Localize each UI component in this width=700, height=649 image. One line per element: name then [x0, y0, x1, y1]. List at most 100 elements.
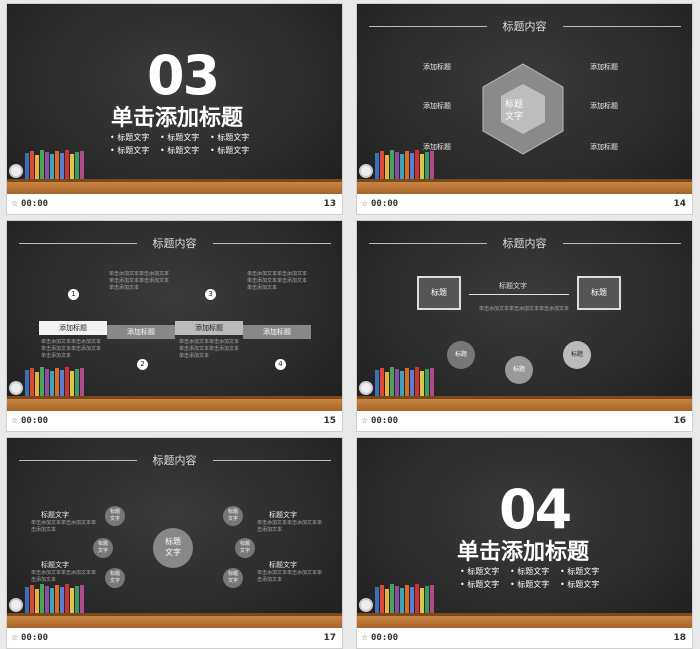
clock-icon — [359, 598, 373, 612]
bullet-list: • 标题文字 • 标题文字 • 标题文字 • 标题文字 • 标题文字 • 标题文… — [460, 566, 610, 590]
bullet-item: • 标题文字 — [160, 146, 200, 155]
paragraph: 单击添加文本单击添加文本单击添加文本 — [257, 520, 323, 533]
circle-2: 标题 — [505, 356, 533, 384]
shelf — [357, 182, 692, 194]
star-icon: ☆ — [361, 416, 369, 425]
slide-footer: ☆ 00:00 14 — [357, 194, 692, 214]
bullet-item: • 标题文字 — [560, 580, 600, 589]
slide-13[interactable]: 03 单击添加标题 • 标题文字 • 标题文字 • 标题文字 • 标题文字 • … — [6, 3, 343, 215]
arrow-label: 标题文字 — [499, 282, 527, 290]
slide-number: 16 — [673, 416, 686, 426]
bullet-item: • 标题文字 — [460, 567, 500, 576]
label-left-1: 添加标题 — [423, 63, 451, 71]
clock-icon — [9, 381, 23, 395]
slide-footer: ☆ 00:00 16 — [357, 411, 692, 431]
clock-icon — [359, 164, 373, 178]
books-decoration — [25, 149, 85, 179]
paragraph: 单击添加文本单击添加文本单击添加文本单击添加文本单击添加文本 — [179, 339, 240, 359]
circle-3: 标题 — [563, 341, 591, 369]
circle-1: 标题 — [447, 341, 475, 369]
bullet-item: • 标题文字 — [210, 133, 250, 142]
header-title: 标题内容 — [502, 237, 547, 250]
header-title: 标题内容 — [152, 454, 197, 467]
paragraph: 单击添加文本单击添加文本单击添加文本 — [31, 520, 97, 533]
slide-15[interactable]: 标题内容 添加标题 添加标题 添加标题 添加标题 1 2 3 4 单击添加文本单… — [6, 220, 343, 432]
bullet-item: • 标题文字 — [460, 580, 500, 589]
slide-14[interactable]: 标题内容 标题 文字 添加标题 添加标题 添加标题 添加标题 添加标题 添加标题… — [356, 3, 693, 215]
step-num-2: 2 — [137, 359, 148, 370]
slide-title: 单击添加标题 — [457, 540, 590, 565]
small-circle-4: 标题 文字 — [223, 506, 243, 526]
step-num-1: 1 — [68, 289, 79, 300]
clock-icon — [359, 381, 373, 395]
title-box-left: 标题 — [417, 276, 461, 310]
slide-18[interactable]: 04 单击添加标题 • 标题文字 • 标题文字 • 标题文字 • 标题文字 • … — [356, 437, 693, 649]
title-box-right: 标题 — [577, 276, 621, 310]
small-circle-1: 标题 文字 — [105, 506, 125, 526]
chalkboard: 标题内容 标题 文字 标题文字 标题文字 标题文字 标题文字 单击添加文本单击添… — [7, 438, 342, 628]
slide-number: 15 — [323, 416, 336, 426]
step-num-4: 4 — [275, 359, 286, 370]
slide-time: 00:00 — [21, 633, 49, 643]
bullet-item: • 标题文字 — [110, 146, 150, 155]
arrow-icon — [469, 294, 569, 295]
shelf — [7, 616, 342, 628]
slide-17[interactable]: 标题内容 标题 文字 标题文字 标题文字 标题文字 标题文字 单击添加文本单击添… — [6, 437, 343, 649]
slide-footer: ☆ 00:00 18 — [357, 628, 692, 648]
books-decoration — [375, 366, 435, 396]
slide-time: 00:00 — [21, 199, 49, 209]
books-decoration — [375, 149, 435, 179]
chalkboard: 04 单击添加标题 • 标题文字 • 标题文字 • 标题文字 • 标题文字 • … — [357, 438, 692, 628]
step-label-4: 添加标题 — [243, 325, 311, 339]
small-circle-5: 标题 文字 — [235, 538, 255, 558]
slide-footer: ☆ 00:00 13 — [7, 194, 342, 214]
side-label-left-1: 标题文字 — [41, 511, 69, 519]
slide-time: 00:00 — [371, 633, 399, 643]
books-decoration — [25, 583, 85, 613]
label-left-2: 添加标题 — [423, 102, 451, 110]
section-number: 04 — [499, 478, 572, 541]
center-label: 标题 文字 — [505, 100, 524, 122]
bullet-item: • 标题文字 — [510, 580, 550, 589]
bullet-item: • 标题文字 — [510, 567, 550, 576]
chalkboard: 03 单击添加标题 • 标题文字 • 标题文字 • 标题文字 • 标题文字 • … — [7, 4, 342, 194]
small-circle-2: 标题 文字 — [93, 538, 113, 558]
bullet-item: • 标题文字 — [160, 133, 200, 142]
slide-footer: ☆ 00:00 17 — [7, 628, 342, 648]
header-title: 标题内容 — [502, 20, 547, 33]
books-decoration — [25, 366, 85, 396]
label-right-2: 添加标题 — [590, 102, 618, 110]
step-label-1: 添加标题 — [39, 321, 107, 335]
bullet-item: • 标题文字 — [560, 567, 600, 576]
clock-icon — [9, 598, 23, 612]
slide-number: 13 — [323, 199, 336, 209]
step-label-3: 添加标题 — [175, 321, 243, 335]
chalkboard: 标题内容 标题 标题 标题文字 单击添加文本单击添加文本单击添加文本 标题 标题… — [357, 221, 692, 411]
star-icon: ☆ — [361, 199, 369, 208]
shelf — [357, 616, 692, 628]
shelf — [7, 182, 342, 194]
center-circle: 标题 文字 — [153, 528, 193, 568]
star-icon: ☆ — [11, 416, 19, 425]
paragraph: 单击添加文本单击添加文本单击添加文本单击添加文本单击添加文本 — [247, 271, 308, 291]
small-circle-6: 标题 文字 — [223, 568, 243, 588]
label-right-3: 添加标题 — [590, 143, 618, 151]
star-icon: ☆ — [11, 199, 19, 208]
slide-16[interactable]: 标题内容 标题 标题 标题文字 单击添加文本单击添加文本单击添加文本 标题 标题… — [356, 220, 693, 432]
step-num-3: 3 — [205, 289, 216, 300]
side-label-left-2: 标题文字 — [41, 561, 69, 569]
bullet-item: • 标题文字 — [210, 146, 250, 155]
shelf — [357, 399, 692, 411]
label-right-1: 添加标题 — [590, 63, 618, 71]
paragraph: 单击添加文本单击添加文本单击添加文本单击添加文本单击添加文本 — [109, 271, 170, 291]
slide-title: 单击添加标题 — [111, 106, 244, 131]
side-label-right-1: 标题文字 — [269, 511, 297, 519]
chalkboard: 标题内容 标题 文字 添加标题 添加标题 添加标题 添加标题 添加标题 添加标题 — [357, 4, 692, 194]
shelf — [7, 399, 342, 411]
side-label-right-2: 标题文字 — [269, 561, 297, 569]
slide-number: 17 — [323, 633, 336, 643]
slide-time: 00:00 — [371, 416, 399, 426]
star-icon: ☆ — [361, 633, 369, 642]
small-circle-3: 标题 文字 — [105, 568, 125, 588]
star-icon: ☆ — [11, 633, 19, 642]
